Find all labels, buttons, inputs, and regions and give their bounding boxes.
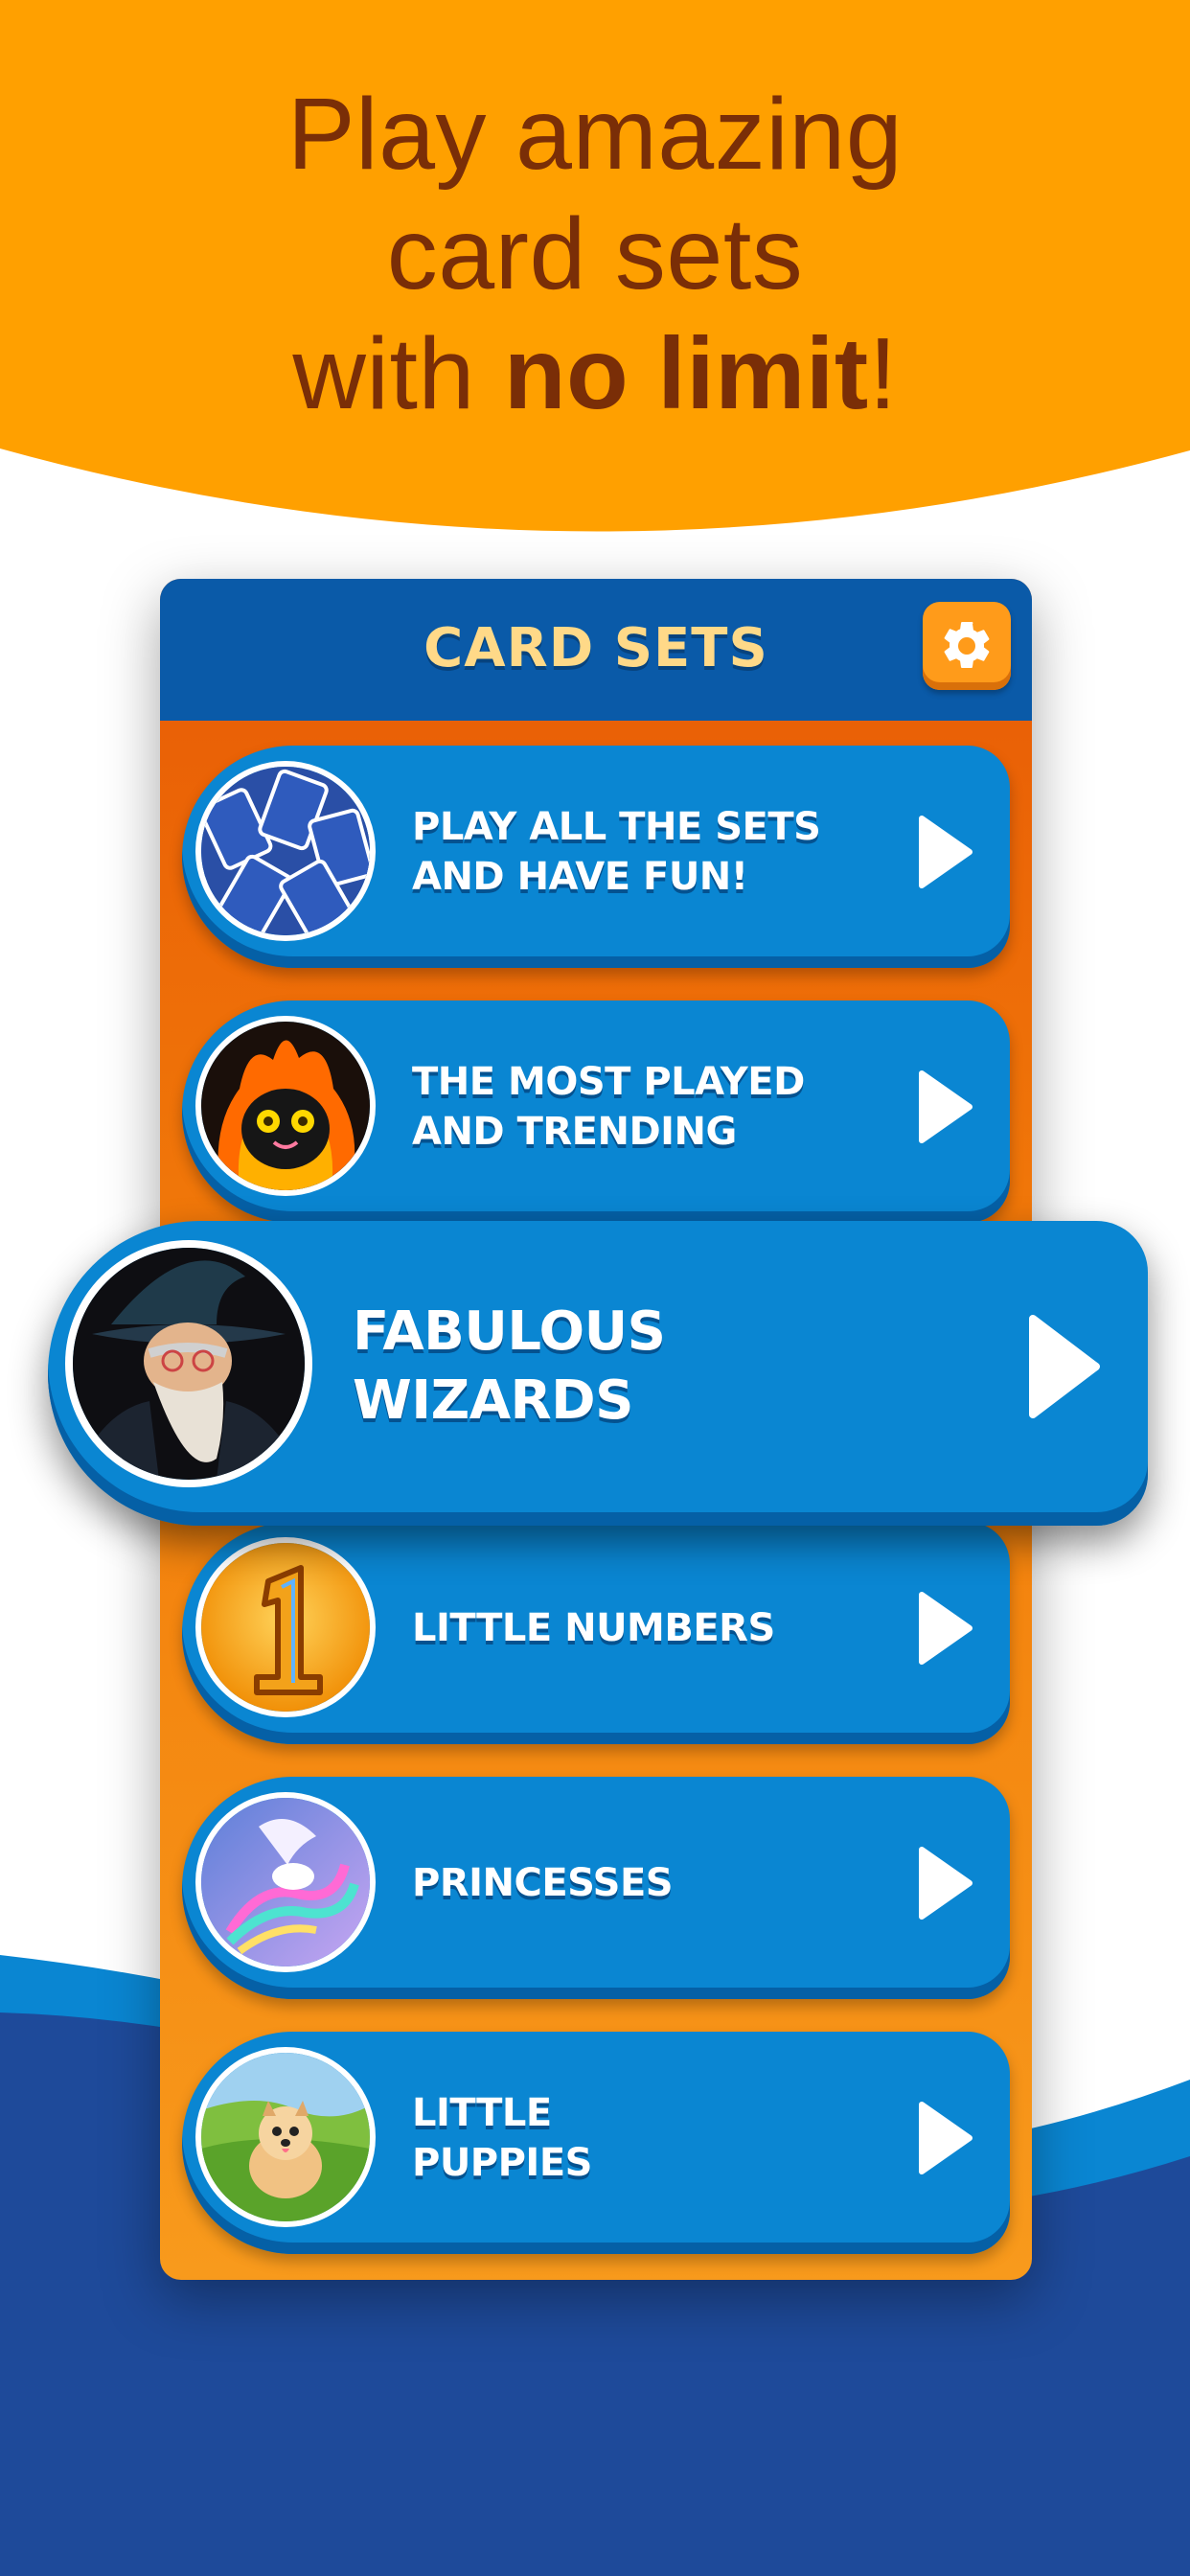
card-set-label: FABULOUS WIZARDS (353, 1300, 666, 1432)
headline-line-3-suffix: ! (868, 317, 898, 430)
puppy-image (195, 2047, 376, 2227)
card-set-row-most-played[interactable]: THE MOST PLAYED AND TRENDING (182, 1000, 1010, 1223)
headline-line-2: card sets (386, 197, 804, 310)
headline-line-3-prefix: with (292, 317, 504, 430)
play-arrow-icon (919, 1070, 973, 1143)
card-set-label: LITTLE PUPPIES (412, 2091, 592, 2185)
card-set-row-little-numbers[interactable]: LITTLE NUMBERS (182, 1522, 1010, 1744)
play-arrow-icon (919, 816, 973, 888)
panel-title: CARD SETS (423, 617, 768, 679)
card-set-row-play-all[interactable]: PLAY ALL THE SETS AND HAVE FUN! (182, 746, 1010, 968)
fire-creature-image (195, 1016, 376, 1196)
headline: Play amazing card sets with no limit! (0, 75, 1190, 434)
pegasus-princess-image (195, 1792, 376, 1972)
card-set-label: LITTLE NUMBERS (412, 1606, 775, 1650)
card-set-row-princesses[interactable]: PRINCESSES (182, 1777, 1010, 1999)
headline-line-3: with no limit! (0, 314, 1190, 434)
card-set-row-fabulous-wizards[interactable]: FABULOUS WIZARDS (48, 1221, 1148, 1526)
play-arrow-icon (919, 1592, 973, 1665)
play-arrow-icon (919, 2102, 973, 2174)
card-set-row-little-puppies[interactable]: LITTLE PUPPIES (182, 2032, 1010, 2254)
panel-header: CARD SETS (160, 579, 1032, 721)
play-arrow-icon (919, 1847, 973, 1920)
settings-button[interactable] (923, 602, 1011, 690)
number-one-image (195, 1537, 376, 1717)
wizard-image (65, 1240, 312, 1487)
cards-pattern-icon (195, 761, 376, 941)
headline-emphasis: no limit (503, 317, 869, 430)
card-set-label: THE MOST PLAYED AND TRENDING (412, 1060, 805, 1154)
gear-icon (944, 621, 990, 668)
play-arrow-icon (1029, 1315, 1100, 1418)
card-set-label: PLAY ALL THE SETS AND HAVE FUN! (412, 805, 821, 899)
card-set-label: PRINCESSES (412, 1861, 674, 1905)
headline-line-1: Play amazing (286, 78, 904, 191)
